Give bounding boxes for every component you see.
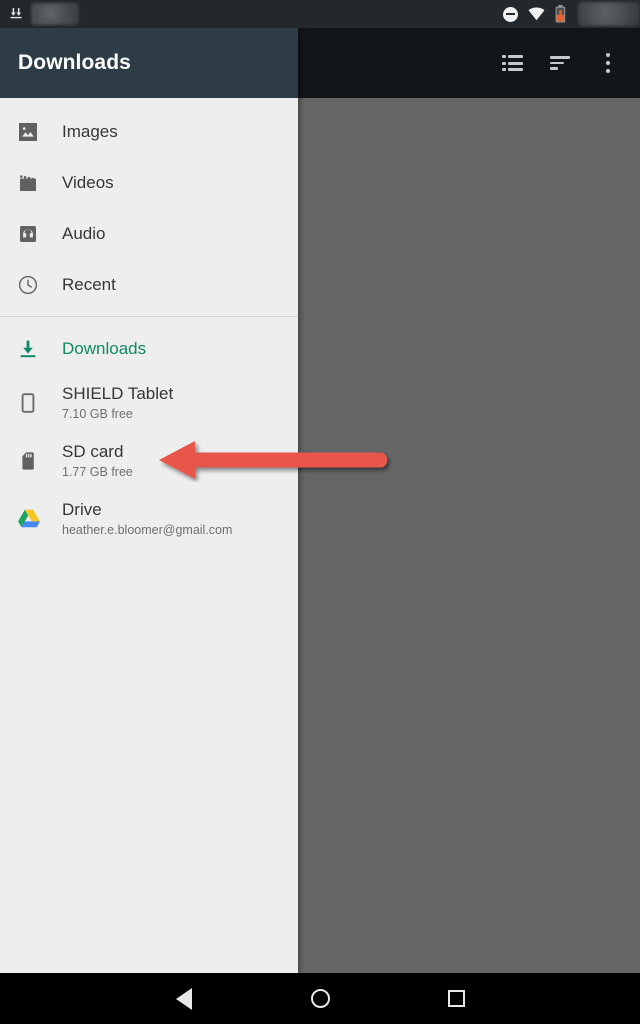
sidebar-item-text: Drive heather.e.bloomer@gmail.com [62,499,232,539]
drawer-divider [0,316,298,317]
sidebar-item-audio[interactable]: Audio [0,208,298,259]
recents-button[interactable] [433,976,479,1022]
sidebar-item-text: SHIELD Tablet 7.10 GB free [62,383,173,423]
sidebar-item-label: SHIELD Tablet [62,384,174,403]
navigation-drawer: Downloads Images Videos Audio Recent Dow… [0,28,298,973]
video-icon [16,171,48,195]
sidebar-item-images[interactable]: Images [0,106,298,157]
download-icon [10,7,22,18]
sidebar-item-label: SD card [62,442,124,461]
list-view-button[interactable] [488,39,536,87]
recent-icon [16,273,48,297]
sidebar-item-text: Images [62,121,118,142]
sidebar-item-text: Recent [62,274,116,295]
sidebar-item-shield-tablet[interactable]: SHIELD Tablet 7.10 GB free [0,374,298,432]
sidebar-item-subtitle: 7.10 GB free [62,407,133,421]
sidebar-item-text: Downloads [62,338,146,359]
do-not-disturb-icon [503,6,518,22]
sidebar-item-label: Recent [62,275,116,294]
drawer-group-shortcuts: Images Videos Audio Recent [0,104,298,312]
more-options-button[interactable] [584,39,632,87]
drawer-body: Images Videos Audio Recent Downloads SHI… [0,98,298,973]
sort-button[interactable] [536,39,584,87]
download-icon [16,337,48,361]
home-circle-icon [310,989,330,1008]
overflow-menu-icon [606,53,610,73]
status-bar-right [503,0,640,28]
recents-square-icon [447,990,465,1007]
sidebar-item-sd-card[interactable]: SD card 1.77 GB free [0,432,298,490]
toolbar-actions [488,28,632,98]
home-button[interactable] [297,976,343,1022]
sdcard-icon [16,449,48,473]
page-title: Downloads [18,51,131,74]
tablet-icon [16,391,48,415]
battery-low-icon [555,5,566,23]
sidebar-item-videos[interactable]: Videos [0,157,298,208]
sidebar-item-recent[interactable]: Recent [0,259,298,310]
system-navigation-bar [0,973,640,1024]
wifi-icon [528,7,545,21]
sidebar-item-text: SD card 1.77 GB free [62,441,133,481]
sidebar-item-label: Drive [62,500,102,519]
list-view-icon [501,55,523,71]
status-bar [0,0,640,28]
drawer-header: Downloads [0,28,298,98]
sidebar-item-label: Images [62,122,118,141]
clock-blurred [578,2,640,26]
sidebar-item-text: Videos [62,172,114,193]
sidebar-item-label: Audio [62,224,106,243]
sidebar-item-drive[interactable]: Drive heather.e.bloomer@gmail.com [0,490,298,548]
back-triangle-icon [176,987,192,1010]
app-toolbar [298,28,640,98]
drawer-scrim[interactable] [298,98,640,973]
drawer-group-roots: Downloads SHIELD Tablet 7.10 GB free SD … [0,321,298,550]
sort-icon [550,56,570,70]
sidebar-item-label: Videos [62,173,114,192]
sidebar-item-text: Audio [62,223,105,244]
notification-icons-blurred [31,3,79,25]
audio-icon [16,222,48,246]
sidebar-item-downloads[interactable]: Downloads [0,323,298,374]
android-screen: Downloads Images Videos Audio Recent Dow… [0,0,640,1024]
sidebar-item-subtitle: 1.77 GB free [62,465,133,479]
drive-icon [16,507,48,531]
sidebar-item-subtitle: heather.e.bloomer@gmail.com [62,523,233,537]
back-button[interactable] [161,976,207,1022]
sidebar-item-label: Downloads [62,339,147,358]
status-bar-left [8,0,79,28]
image-icon [16,120,48,144]
